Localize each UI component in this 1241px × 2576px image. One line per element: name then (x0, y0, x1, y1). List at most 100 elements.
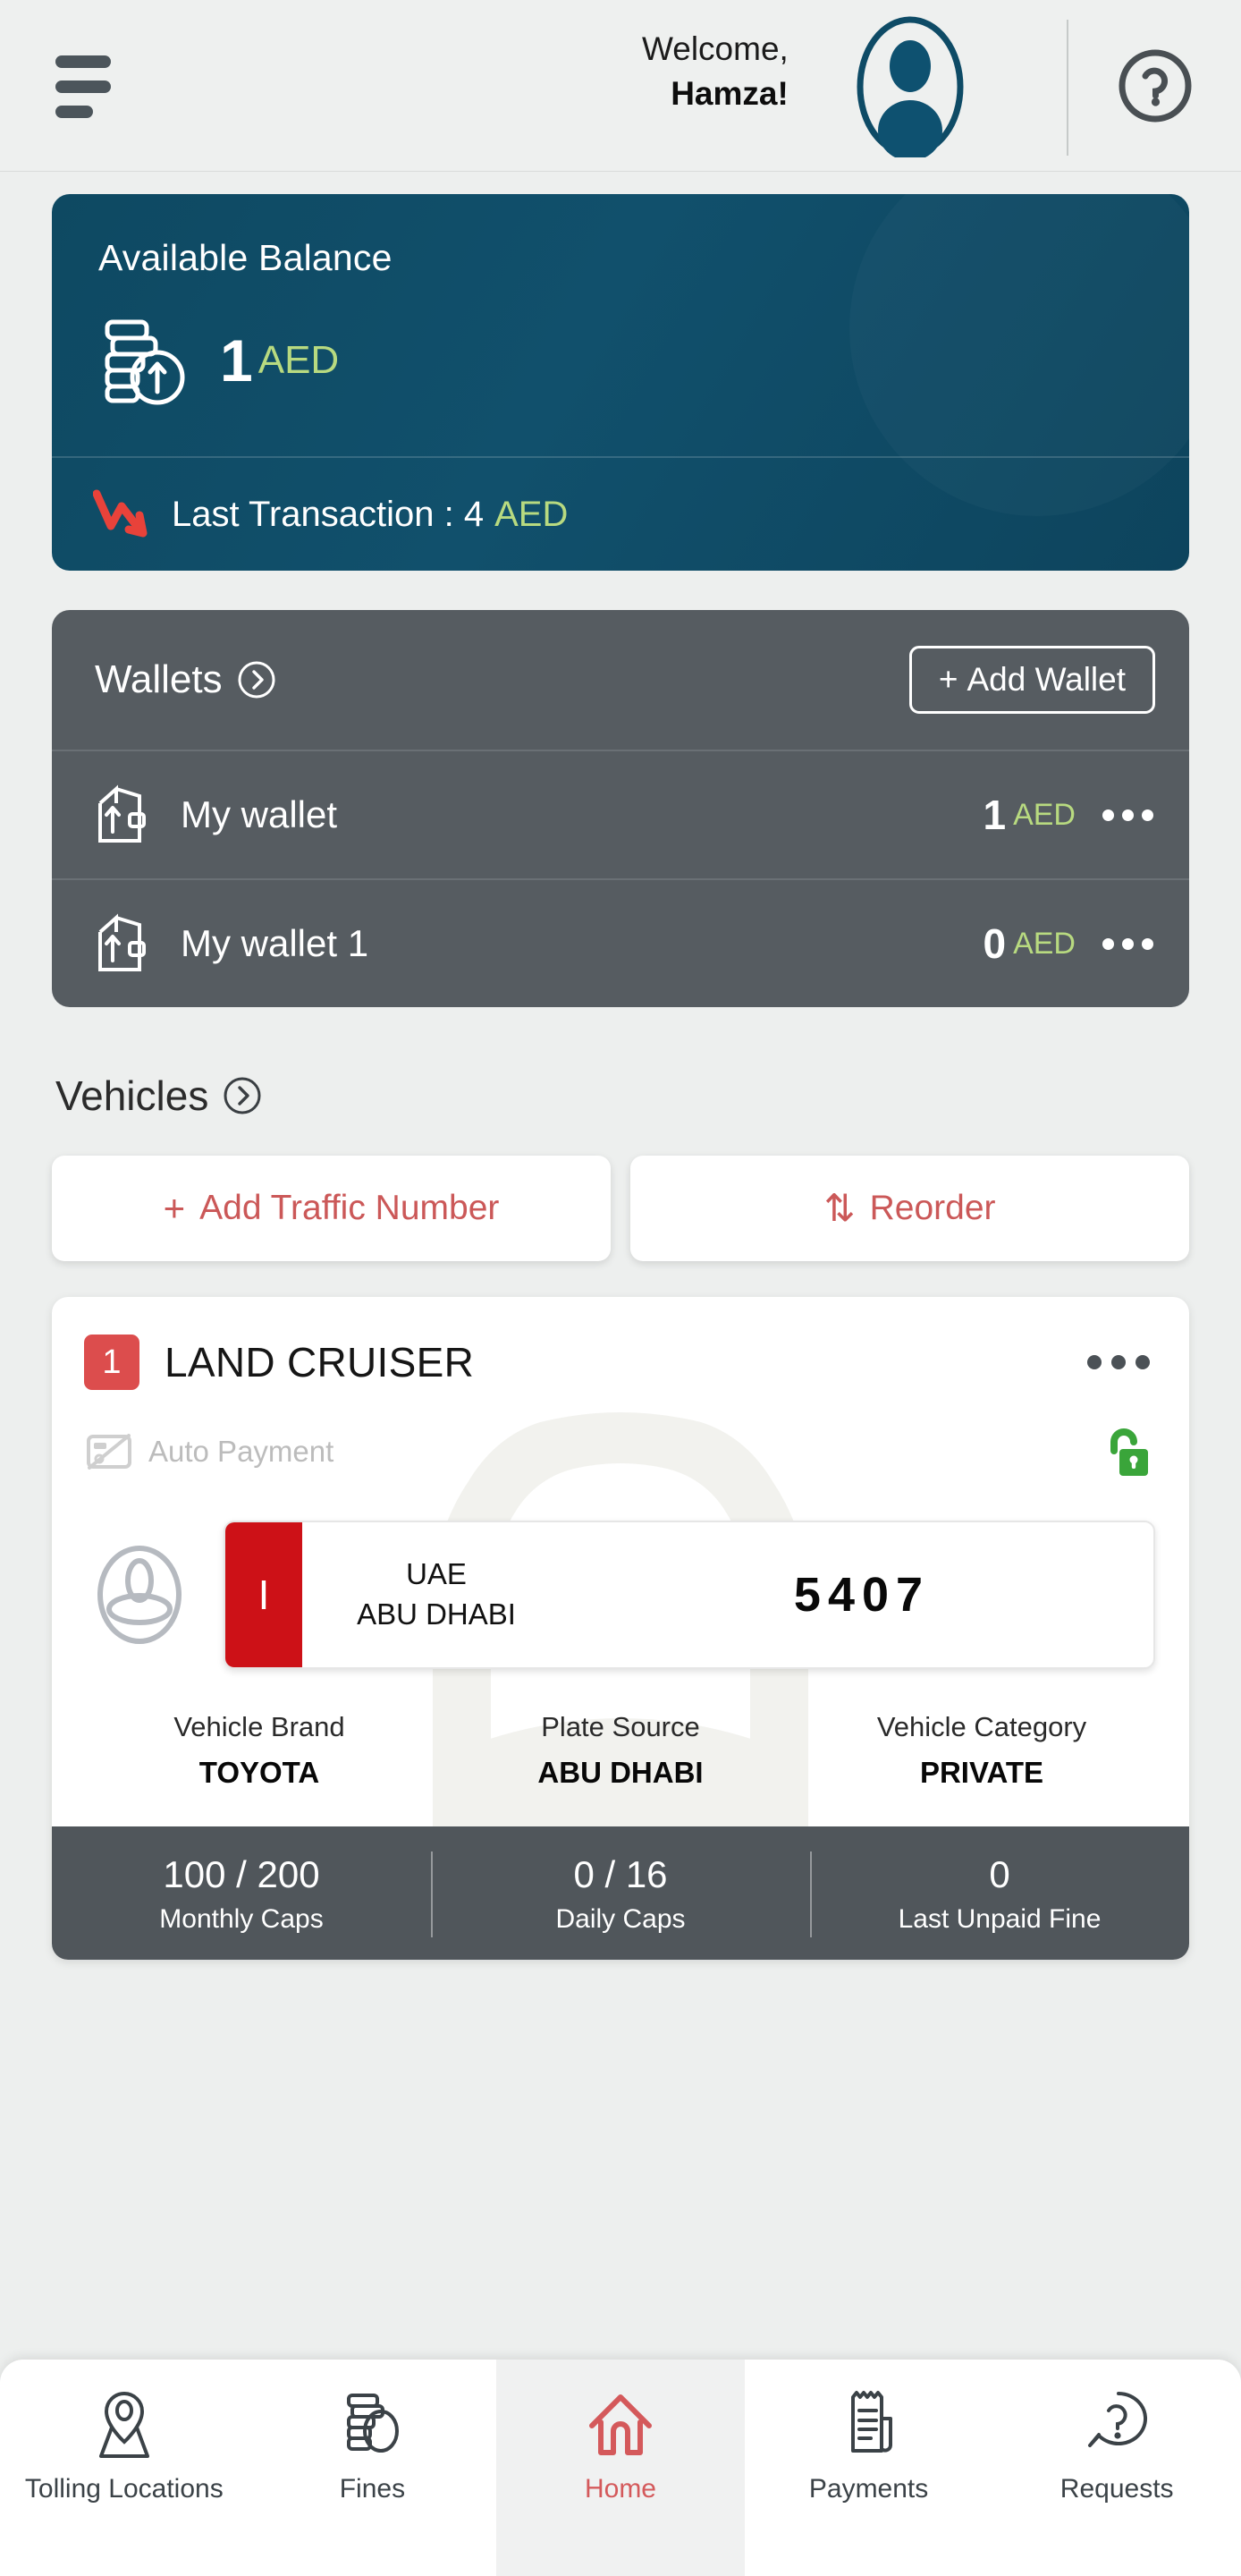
reorder-label: Reorder (869, 1189, 996, 1227)
unlock-icon[interactable] (1100, 1424, 1150, 1479)
balance-title: Available Balance (98, 237, 393, 278)
nav-item-home[interactable]: Home (496, 2360, 745, 2576)
nav-label: Payments (808, 2474, 929, 2504)
hamburger-bar (55, 106, 93, 118)
license-plate-row: I UAE ABU DHABI 5407 (52, 1479, 1189, 1669)
plate-code: I (225, 1522, 302, 1667)
stat-value: 100 / 200 (163, 1853, 320, 1896)
nav-item-tolling-locations[interactable]: Tolling Locations (0, 2360, 249, 2576)
hamburger-menu-icon[interactable] (55, 55, 120, 118)
stat-label: Daily Caps (555, 1904, 686, 1935)
hamburger-bar (55, 80, 111, 93)
more-horizontal-icon[interactable] (1102, 937, 1153, 950)
vehicle-card-header: 1 LAND CRUISER (52, 1297, 1189, 1390)
bottom-navigation: Tolling Locations Fines Home Payments Re… (0, 2360, 1241, 2576)
wallet-list-item[interactable]: My wallet 1 AED (52, 750, 1189, 878)
vehicle-name: LAND CRUISER (165, 1339, 475, 1385)
app-header: Welcome, Hamza! (0, 0, 1241, 172)
vehicle-detail-item: Vehicle Category PRIVATE (801, 1705, 1162, 1796)
vehicle-details-row: Vehicle Brand TOYOTA Plate Source ABU DH… (52, 1669, 1189, 1826)
main-scroll-area: Available Balance 1 AED Last Transaction… (0, 172, 1241, 2576)
app-screen: Welcome, Hamza! Available Balance 1 AED … (0, 0, 1241, 2576)
wallets-card: Wallets + Add Wallet My wallet 1 AED My … (52, 610, 1189, 1007)
plate-origin: UAE ABU DHABI (302, 1522, 570, 1667)
home-icon (588, 2394, 652, 2455)
plate-emirate: ABU DHABI (357, 1597, 516, 1631)
nav-item-requests[interactable]: Requests (992, 2360, 1241, 2576)
welcome-greeting: Welcome, Hamza! (642, 27, 789, 116)
card-disabled-icon (87, 1434, 131, 1470)
plate-country: UAE (406, 1557, 467, 1591)
vehicle-index-badge: 1 (84, 1335, 139, 1390)
detail-value: TOYOTA (198, 1755, 320, 1789)
wallet-name: My wallet 1 (181, 922, 369, 964)
vehicle-stat-item: 0 / 16 Daily Caps (431, 1846, 810, 1937)
wallet-name: My wallet (181, 793, 338, 835)
auto-payment-label: Auto Payment (148, 1435, 334, 1468)
stat-label: Last Unpaid Fine (898, 1904, 1102, 1935)
vehicle-detail-item: Vehicle Brand TOYOTA (79, 1705, 440, 1796)
wallet-icon (98, 913, 146, 971)
welcome-text: Welcome, (642, 30, 789, 67)
detail-value: ABU DHABI (537, 1755, 704, 1789)
balance-amount: 1 (220, 327, 253, 394)
wallet-amount: 0 (983, 920, 1007, 967)
vehicle-action-buttons: + Add Traffic Number ⇅ Reorder (52, 1156, 1189, 1261)
vehicles-section-header[interactable]: Vehicles (55, 1072, 1189, 1120)
add-wallet-label: Add Wallet (967, 661, 1126, 698)
question-chat-icon (1088, 2392, 1148, 2447)
map-pin-icon (98, 2391, 149, 2458)
plate-number: 5407 (793, 1568, 931, 1622)
wallets-title: Wallets (95, 657, 223, 701)
chevron-right-circle-icon[interactable] (237, 660, 276, 699)
last-transaction-label: Last Transaction : 4 (172, 494, 485, 534)
stat-value: 0 / 16 (573, 1853, 668, 1896)
wallet-currency: AED (1013, 926, 1076, 961)
wallet-icon (98, 784, 146, 843)
detail-value: PRIVATE (919, 1755, 1044, 1789)
wallet-list-item[interactable]: My wallet 1 0 AED (52, 878, 1189, 1007)
vehicle-stat-item: 0 Last Unpaid Fine (810, 1846, 1189, 1937)
sort-arrows-icon: ⇅ (823, 1187, 856, 1229)
vehicles-title: Vehicles (55, 1072, 209, 1119)
balance-currency: AED (257, 338, 340, 382)
nav-label: Fines (339, 2474, 406, 2504)
last-transaction-currency: AED (494, 494, 569, 534)
add-traffic-number-button[interactable]: + Add Traffic Number (52, 1156, 611, 1261)
wallets-header: Wallets + Add Wallet (52, 610, 1189, 750)
available-balance-card[interactable]: Available Balance 1 AED Last Transaction… (52, 194, 1189, 571)
stat-value: 0 (989, 1853, 1010, 1896)
receipt-icon (850, 2391, 892, 2453)
add-traffic-number-label: Add Traffic Number (199, 1189, 500, 1227)
coins-icon (347, 2394, 400, 2453)
more-horizontal-icon[interactable] (1102, 809, 1153, 821)
nav-label: Tolling Locations (24, 2474, 224, 2504)
user-avatar-icon[interactable] (857, 16, 964, 157)
detail-label: Vehicle Category (876, 1711, 1087, 1742)
balance-amount-row: 1 AED (52, 279, 1189, 456)
wallets-title-group[interactable]: Wallets (95, 657, 276, 702)
auto-payment-row: Auto Payment (52, 1390, 1189, 1479)
stat-label: Monthly Caps (159, 1904, 324, 1935)
help-circle-icon[interactable] (1116, 47, 1195, 125)
wallet-currency: AED (1013, 797, 1076, 832)
toyota-logo-icon (97, 1546, 182, 1644)
vehicle-stat-item: 100 / 200 Monthly Caps (52, 1846, 431, 1936)
license-plate[interactable]: I UAE ABU DHABI 5407 (224, 1521, 1155, 1669)
chevron-right-circle-icon[interactable] (223, 1076, 262, 1115)
more-horizontal-icon[interactable] (1087, 1355, 1150, 1369)
detail-label: Plate Source (541, 1711, 700, 1742)
nav-label: Home (584, 2474, 656, 2504)
hamburger-bar (55, 55, 111, 68)
down-trend-arrow-icon (93, 489, 148, 538)
nav-item-payments[interactable]: Payments (745, 2360, 993, 2576)
plus-icon: + (163, 1187, 186, 1229)
reorder-button[interactable]: ⇅ Reorder (630, 1156, 1189, 1261)
vehicle-card[interactable]: 1 LAND CRUISER Auto Payment I UAE ABU DH… (52, 1297, 1189, 1960)
nav-label: Requests (1059, 2474, 1174, 2504)
last-transaction-row: Last Transaction : 4 AED (52, 458, 1189, 571)
vehicle-stats-bar: 100 / 200 Monthly Caps 0 / 16 Daily Caps… (52, 1826, 1189, 1960)
add-wallet-button[interactable]: + Add Wallet (908, 646, 1155, 714)
welcome-username: Hamza! (671, 74, 789, 112)
nav-item-fines[interactable]: Fines (249, 2360, 497, 2576)
